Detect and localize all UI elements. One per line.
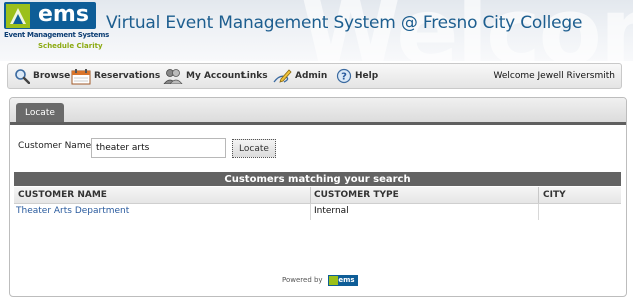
customer-type-cell: Internal [314,206,349,216]
logo-tagline: Schedule Clarity [38,42,103,50]
column-divider [538,204,539,220]
powered-by-ems-logo[interactable]: ems [327,274,358,286]
locate-button[interactable]: Locate [232,139,276,158]
help-icon: ? [336,68,352,84]
welcome-message: Welcome Jewell Riversmith [493,71,616,81]
results-caption: Customers matching your search [14,172,621,186]
powered-by-logo-text: ems [338,276,355,284]
app-header: Welcome ems Event Management Systems Sch… [0,0,633,61]
calendar-icon [71,68,91,84]
logo-box: ems [4,2,96,29]
pencil-icon [273,69,292,83]
column-divider [310,187,311,203]
column-header-customer-name[interactable]: CUSTOMER NAME [18,187,107,203]
locate-panel: Locate Customer Name: Locate Customers m… [9,97,627,297]
tab-strip: Locate [10,98,626,125]
column-divider [310,204,311,220]
tab-locate[interactable]: Locate [16,103,64,122]
ems-mini-emblem-icon [328,275,338,285]
customer-name-link[interactable]: Theater Arts Department [16,206,129,216]
results-table-header: CUSTOMER NAME CUSTOMER TYPE CITY [14,187,621,204]
page-title: Virtual Event Management System @ Fresno… [106,13,583,33]
nav-admin[interactable]: Admin [272,64,327,88]
nav-reservations-label: Reservations [94,71,161,81]
logo-subtitle: Event Management Systems [4,31,109,39]
powered-by: Powered by ems [282,273,358,287]
ems-emblem-icon [6,4,30,28]
powered-by-label: Powered by [282,276,323,284]
column-divider [538,187,539,203]
nav-admin-label: Admin [295,71,328,81]
svg-text:?: ? [341,72,347,83]
table-row: Theater Arts Department Internal [14,204,621,220]
nav-links-label: Links [241,71,268,81]
column-header-city[interactable]: CITY [543,187,566,203]
nav-links[interactable]: Links [241,64,268,88]
users-icon [163,69,183,84]
nav-help[interactable]: ? Help [336,64,378,88]
customer-name-input[interactable] [91,138,226,158]
nav-reservations[interactable]: Reservations [71,64,160,88]
customer-name-label: Customer Name: [18,141,95,151]
column-header-customer-type[interactable]: CUSTOMER TYPE [314,187,399,203]
nav-help-label: Help [355,71,379,81]
magnifier-icon [15,69,30,84]
nav-browse[interactable]: Browse [14,64,70,88]
ems-logo[interactable]: ems Event Management Systems Schedule Cl… [4,2,109,56]
nav-browse-label: Browse [33,71,71,81]
nav-my-account-label: My Account [186,71,245,81]
main-navbar: Browse Reservations My Account Links Adm… [7,63,622,89]
logo-text: ems [38,2,89,27]
nav-my-account[interactable]: My Account [163,64,245,88]
